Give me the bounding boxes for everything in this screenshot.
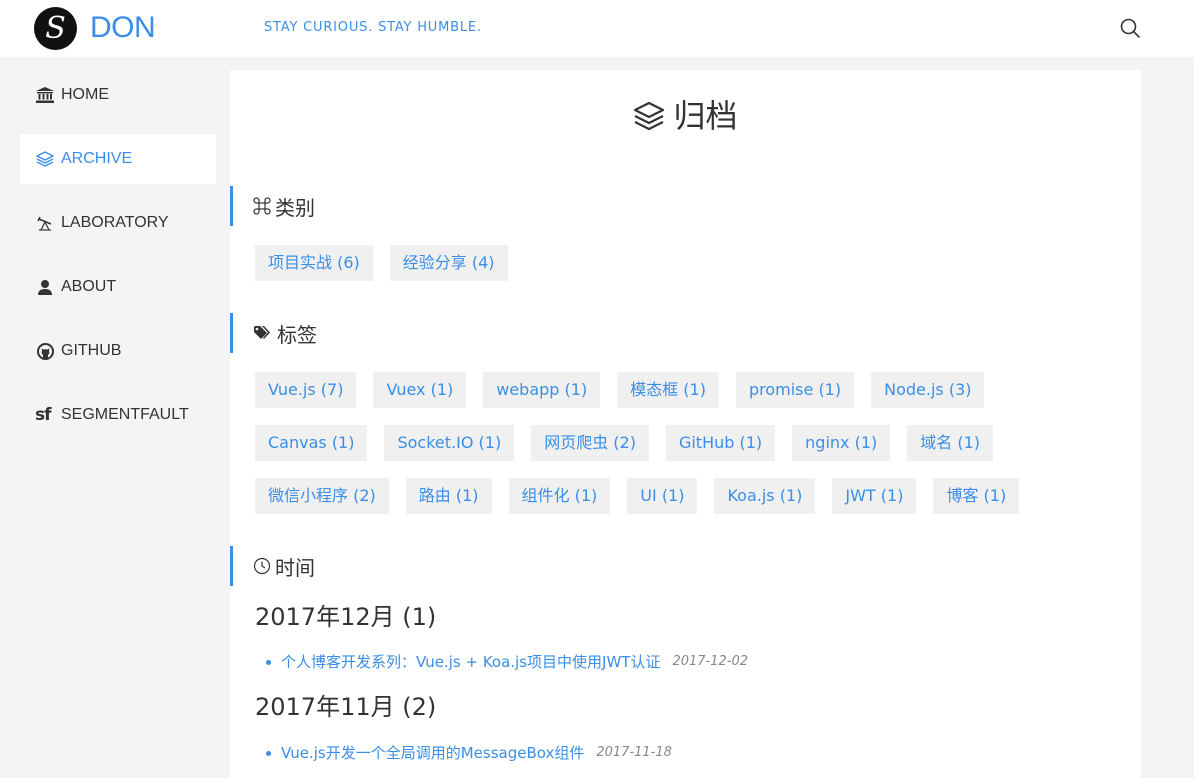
post-link[interactable]: 个人博客开发系列：Vue.js + Koa.js项目中使用JWT认证 xyxy=(281,652,660,672)
post-link[interactable]: Vue.js开发一个全局调用的MessageBox组件 xyxy=(281,743,584,763)
sidebar-item-archive[interactable]: ARCHIVE xyxy=(20,134,216,184)
tag-chip[interactable]: Canvas (1) xyxy=(255,425,368,461)
layers-icon xyxy=(634,101,665,131)
sidebar-item-segmentfault[interactable]: sf SEGMENTFAULT xyxy=(20,390,216,440)
bullet xyxy=(266,750,271,756)
tags-heading-text: 标签 xyxy=(277,322,317,347)
telescope-icon xyxy=(35,214,55,232)
tag-chip[interactable]: GitHub (1) xyxy=(665,425,776,461)
layers-icon xyxy=(35,150,55,168)
tag-chip[interactable]: promise (1) xyxy=(735,372,855,408)
user-icon xyxy=(35,278,55,296)
github-icon xyxy=(35,342,55,360)
category-chip[interactable]: 项目实战 (6) xyxy=(255,245,373,281)
command-icon xyxy=(253,197,271,215)
sidebar-item-label: LABORATORY xyxy=(61,214,169,231)
tag-chip[interactable]: Vue.js (7) xyxy=(255,372,357,408)
sidebar-item-github[interactable]: GITHUB xyxy=(20,326,216,376)
page-title-text: 归档 xyxy=(673,97,738,135)
tag-chip[interactable]: 组件化 (1) xyxy=(508,478,611,514)
post-list: Vue.js开发一个全局调用的MessageBox组件 2017-11-18 xyxy=(255,743,672,763)
tag-chip[interactable]: UI (1) xyxy=(627,478,698,514)
categories-heading-text: 类别 xyxy=(275,195,315,220)
sidebar-item-home[interactable]: HOME xyxy=(20,70,216,120)
tag-chip[interactable]: 微信小程序 (2) xyxy=(255,478,389,514)
list-item: Vue.js开发一个全局调用的MessageBox组件 2017-11-18 xyxy=(255,743,672,763)
tags-icon xyxy=(254,326,270,339)
tag-chip[interactable]: nginx (1) xyxy=(792,425,891,461)
post-date: 2017-12-02 xyxy=(672,654,749,669)
tag-chip[interactable]: 网页爬虫 (2) xyxy=(531,425,649,461)
sidebar-item-label: GITHUB xyxy=(61,342,122,359)
tag-chip[interactable]: Socket.IO (1) xyxy=(384,425,515,461)
sidebar-item-label: SEGMENTFAULT xyxy=(61,406,189,423)
archive-panel: 归档 类别 项目实战 (6) 经验分享 (4) 标签 Vue.js (7) Vu… xyxy=(230,70,1141,778)
site-logo[interactable]: S xyxy=(34,7,77,50)
bullet xyxy=(266,659,271,665)
tag-list: Vue.js (7) Vuex (1) webapp (1) 模态框 (1) p… xyxy=(255,372,1125,531)
search-button[interactable] xyxy=(1118,16,1142,40)
header: S DON STAY CURIOUS. STAY HUMBLE. xyxy=(0,0,1194,57)
sidebar-item-laboratory[interactable]: LABORATORY xyxy=(20,198,216,248)
categories-heading: 类别 xyxy=(230,186,315,226)
tag-chip[interactable]: webapp (1) xyxy=(483,372,601,408)
tag-chip[interactable]: Koa.js (1) xyxy=(714,478,816,514)
search-icon xyxy=(1120,18,1140,38)
clock-icon xyxy=(253,557,271,575)
post-list: 个人博客开发系列：Vue.js + Koa.js项目中使用JWT认证 2017-… xyxy=(255,652,748,672)
tag-chip[interactable]: JWT (1) xyxy=(832,478,917,514)
page-title: 归档 xyxy=(230,96,1141,136)
tag-chip[interactable]: 模态框 (1) xyxy=(617,372,719,408)
sidebar-item-label: ARCHIVE xyxy=(61,150,133,167)
tag-chip[interactable]: 博客 (1) xyxy=(933,478,1020,514)
list-item: 个人博客开发系列：Vue.js + Koa.js项目中使用JWT认证 2017-… xyxy=(255,652,748,672)
logo-letter: S xyxy=(45,10,66,46)
tag-chip[interactable]: 路由 (1) xyxy=(405,478,492,514)
tag-chip[interactable]: Node.js (3) xyxy=(871,372,985,408)
tag-chip[interactable]: 域名 (1) xyxy=(907,425,994,461)
time-heading-text: 时间 xyxy=(275,555,315,580)
sf-icon: sf xyxy=(35,405,52,425)
sidebar-nav: HOME ARCHIVE LABORATORY ABOUT GITHUB sf … xyxy=(20,70,216,454)
sidebar-item-label: HOME xyxy=(61,86,109,103)
sidebar-item-label: ABOUT xyxy=(61,278,117,295)
site-slogan: STAY CURIOUS. STAY HUMBLE. xyxy=(264,20,482,35)
time-heading: 时间 xyxy=(230,546,315,586)
bank-icon xyxy=(35,86,55,104)
post-date: 2017-11-18 xyxy=(596,745,672,760)
category-list: 项目实战 (6) 经验分享 (4) xyxy=(255,245,1125,298)
tag-chip[interactable]: Vuex (1) xyxy=(373,372,467,408)
site-name[interactable]: DON xyxy=(90,9,156,47)
sidebar-item-about[interactable]: ABOUT xyxy=(20,262,216,312)
month-title: 2017年11月 (2) xyxy=(255,693,437,721)
category-chip[interactable]: 经验分享 (4) xyxy=(389,245,508,281)
month-title: 2017年12月 (1) xyxy=(255,603,437,631)
tags-heading: 标签 xyxy=(230,313,317,353)
